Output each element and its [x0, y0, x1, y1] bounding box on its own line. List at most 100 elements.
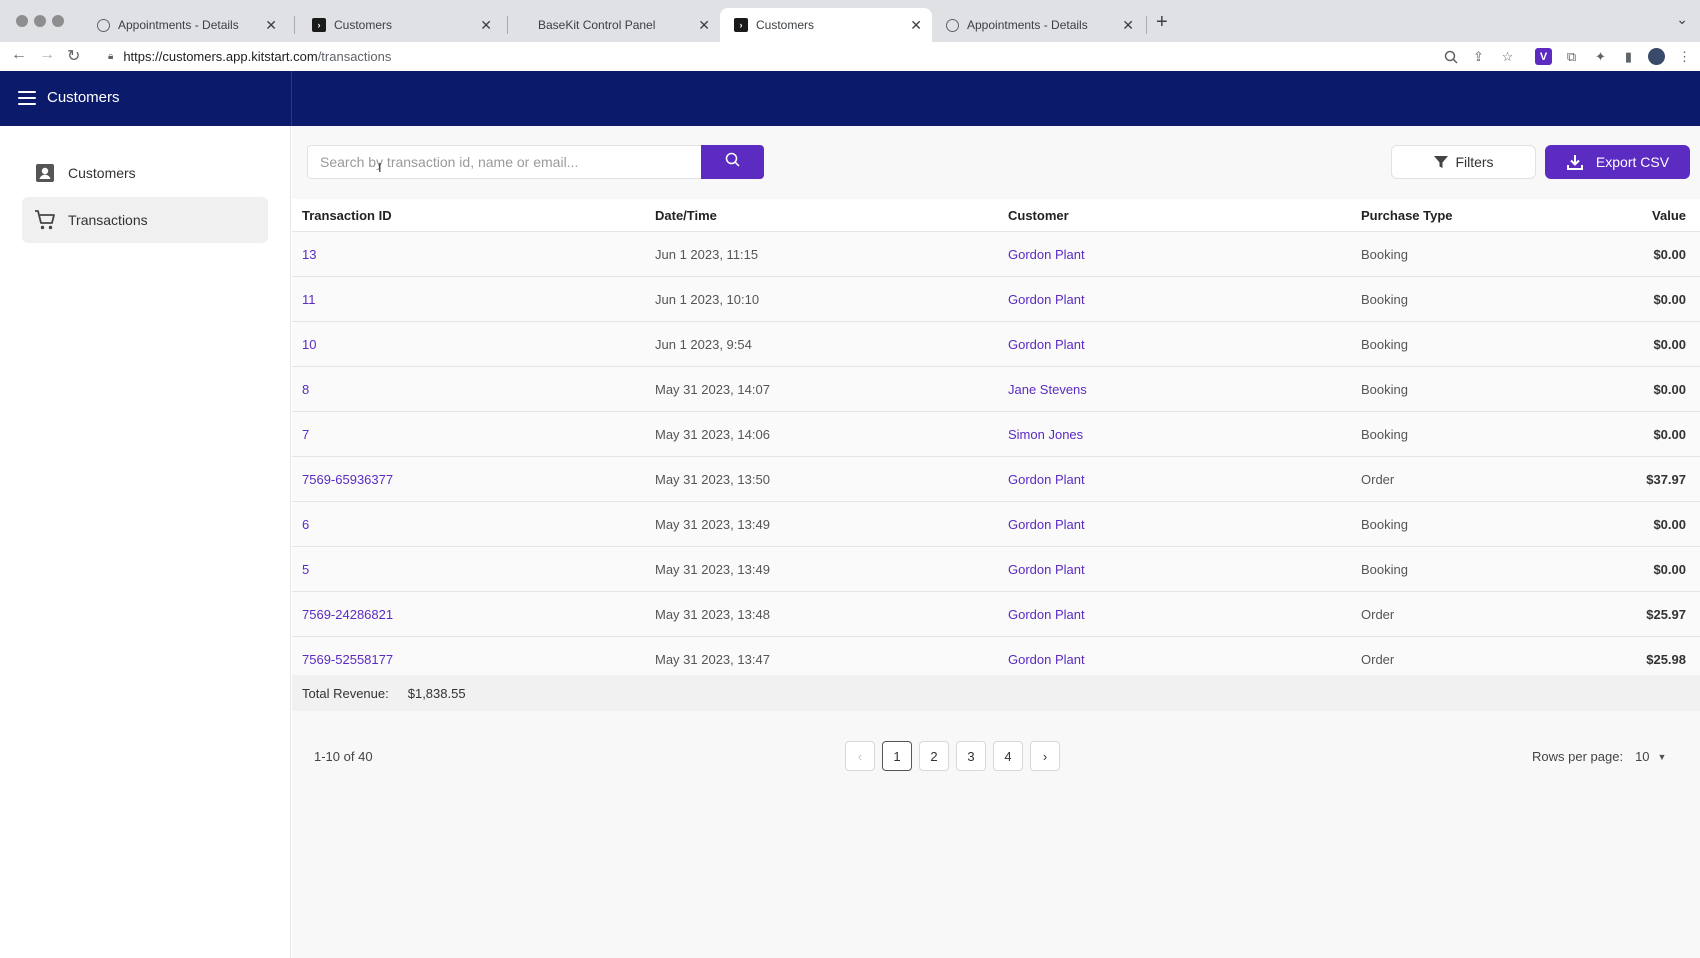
url-field[interactable]: 🔒︎ https://customers.app.kitstart.com/tr…	[108, 49, 391, 64]
browser-tab-4[interactable]: Appointments - Details ✕	[932, 8, 1144, 42]
profile-avatar[interactable]	[1648, 48, 1665, 65]
tab-close-icon[interactable]: ✕	[265, 17, 277, 34]
window-close-dot[interactable]	[16, 15, 28, 27]
extension-window-icon[interactable]: ⧉	[1563, 48, 1580, 65]
transaction-datetime: May 31 2023, 14:06	[655, 426, 770, 442]
customer-name-link[interactable]: Gordon Plant	[998, 337, 1351, 352]
column-header-customer[interactable]: Customer	[998, 208, 1351, 223]
tab-title: Appointments - Details	[967, 18, 1088, 32]
column-header-transaction-id[interactable]: Transaction ID	[292, 208, 645, 223]
purchase-type: Booking	[1361, 381, 1408, 397]
table-row: 7569-24286821 May 31 2023, 13:48 Gordon Pl…	[292, 592, 1700, 637]
transaction-datetime: Jun 1 2023, 10:10	[655, 291, 760, 307]
globe-icon	[97, 18, 110, 32]
tab-close-icon[interactable]: ✕	[910, 17, 922, 34]
transaction-value: $0.00	[1653, 516, 1686, 532]
column-header-purchase-type[interactable]: Purchase Type	[1351, 208, 1551, 223]
column-header-datetime[interactable]: Date/Time	[645, 208, 998, 223]
transaction-id-link[interactable]: 8	[292, 382, 645, 397]
next-page-chevron-icon[interactable]: ›	[1030, 741, 1060, 771]
browser-tab-2[interactable]: BaseKit Control Panel ✕	[524, 8, 720, 42]
purchase-type: Order	[1361, 606, 1395, 622]
filters-button[interactable]: Filters	[1391, 145, 1536, 179]
window-zoom-dot[interactable]	[52, 15, 64, 27]
side-panel-icon[interactable]: ▮	[1620, 48, 1637, 65]
back-arrow-icon[interactable]: ←	[11, 46, 27, 64]
transaction-id-link[interactable]: 5	[292, 562, 645, 577]
caret-down-icon: ▼	[1657, 751, 1667, 762]
download-icon	[1566, 153, 1584, 171]
purchase-type: Order	[1361, 471, 1395, 487]
tab-search-chevron-icon[interactable]: ⌄	[1676, 11, 1688, 28]
table-body: 13 Jun 1 2023, 11:15 Gordon Plant Booking $0…	[292, 232, 1700, 682]
export-csv-button[interactable]: Export CSV	[1545, 145, 1690, 179]
transaction-id-link[interactable]: 11	[292, 292, 645, 307]
window-minimize-dot[interactable]	[34, 15, 46, 27]
transaction-datetime: Jun 1 2023, 11:15	[655, 246, 759, 262]
purchase-type: Booking	[1361, 291, 1408, 307]
customer-name-link[interactable]: Gordon Plant	[998, 292, 1351, 307]
column-header-value[interactable]: Value	[1551, 208, 1700, 223]
customer-name-link[interactable]: Jane Stevens	[998, 382, 1351, 397]
transaction-datetime: May 31 2023, 13:48	[655, 606, 770, 622]
extension-v-icon[interactable]: V	[1535, 48, 1552, 65]
customer-name-link[interactable]: Simon Jones	[998, 427, 1351, 442]
reload-icon[interactable]: ↻	[67, 46, 80, 66]
page-button-4[interactable]: 4	[993, 741, 1023, 771]
tab-title: Customers	[334, 18, 393, 32]
funnel-icon	[1433, 154, 1449, 170]
sidebar-item-label: Customers	[68, 165, 136, 181]
transaction-id-link[interactable]: 13	[292, 247, 645, 262]
rows-per-page-select[interactable]: 10 ▼	[1635, 749, 1666, 764]
transaction-id-link[interactable]: 6	[292, 517, 645, 532]
search-button[interactable]	[701, 145, 764, 179]
extensions-puzzle-icon[interactable]: ✦	[1592, 48, 1609, 65]
new-tab-icon[interactable]: +	[1156, 11, 1168, 34]
hamburger-menu-icon[interactable]	[18, 91, 36, 105]
text-cursor-icon: I	[378, 160, 382, 175]
transaction-value: $0.00	[1653, 561, 1686, 577]
customer-name-link[interactable]: Gordon Plant	[998, 472, 1351, 487]
bookmark-star-icon[interactable]: ☆	[1499, 48, 1516, 65]
transaction-value: $25.98	[1646, 651, 1686, 667]
transactions-table: Transaction ID Date/Time Customer Purcha…	[292, 199, 1700, 682]
transaction-id-link[interactable]: 10	[292, 337, 645, 352]
customer-name-link[interactable]: Gordon Plant	[998, 652, 1351, 667]
url-path: /transactions	[317, 49, 392, 64]
transaction-datetime: May 31 2023, 13:49	[655, 561, 770, 577]
sidebar-item-customers[interactable]: Customers	[22, 150, 268, 196]
transaction-value: $0.00	[1653, 336, 1686, 352]
customer-name-link[interactable]: Gordon Plant	[998, 607, 1351, 622]
prev-page-chevron-icon[interactable]: ‹	[845, 741, 875, 771]
sidebar-item-transactions[interactable]: Transactions	[22, 197, 268, 243]
page-button-2[interactable]: 2	[919, 741, 949, 771]
customer-name-link[interactable]: Gordon Plant	[998, 562, 1351, 577]
sidebar-item-label: Transactions	[68, 212, 148, 228]
page-button-1[interactable]: 1	[882, 741, 912, 771]
browser-tab-0[interactable]: Appointments - Details ✕	[83, 8, 287, 42]
browser-tab-1[interactable]: › Customers ✕	[298, 8, 502, 42]
transaction-id-link[interactable]: 7	[292, 427, 645, 442]
table-header-row: Transaction ID Date/Time Customer Purcha…	[292, 199, 1700, 232]
tab-close-icon[interactable]: ✕	[1122, 17, 1134, 34]
browser-tab-3-active[interactable]: › Customers ✕	[720, 8, 932, 42]
search-input[interactable]	[308, 146, 701, 178]
page-button-3[interactable]: 3	[956, 741, 986, 771]
share-icon[interactable]: ⇪	[1470, 48, 1487, 65]
customer-name-link[interactable]: Gordon Plant	[998, 517, 1351, 532]
forward-arrow-icon[interactable]: →	[39, 46, 55, 64]
total-revenue-amount: $1,838.55	[407, 685, 466, 701]
tab-close-icon[interactable]: ✕	[480, 17, 492, 34]
browser-menu-icon[interactable]: ⋮	[1676, 48, 1693, 65]
lock-icon: 🔒︎	[108, 51, 114, 62]
app-title: Customers	[47, 89, 120, 106]
total-revenue-bar: Total Revenue: $1,838.55	[292, 675, 1700, 711]
transaction-id-link[interactable]: 7569-24286821	[292, 607, 645, 622]
customer-name-link[interactable]: Gordon Plant	[998, 247, 1351, 262]
tab-close-icon[interactable]: ✕	[698, 17, 710, 34]
zoom-icon[interactable]	[1442, 48, 1459, 65]
transaction-datetime: May 31 2023, 13:50	[655, 471, 770, 487]
table-row: 7569-65936377 May 31 2023, 13:50 Gordon Pl…	[292, 457, 1700, 502]
transaction-id-link[interactable]: 7569-65936377	[292, 472, 645, 487]
transaction-id-link[interactable]: 7569-52558177	[292, 652, 645, 667]
